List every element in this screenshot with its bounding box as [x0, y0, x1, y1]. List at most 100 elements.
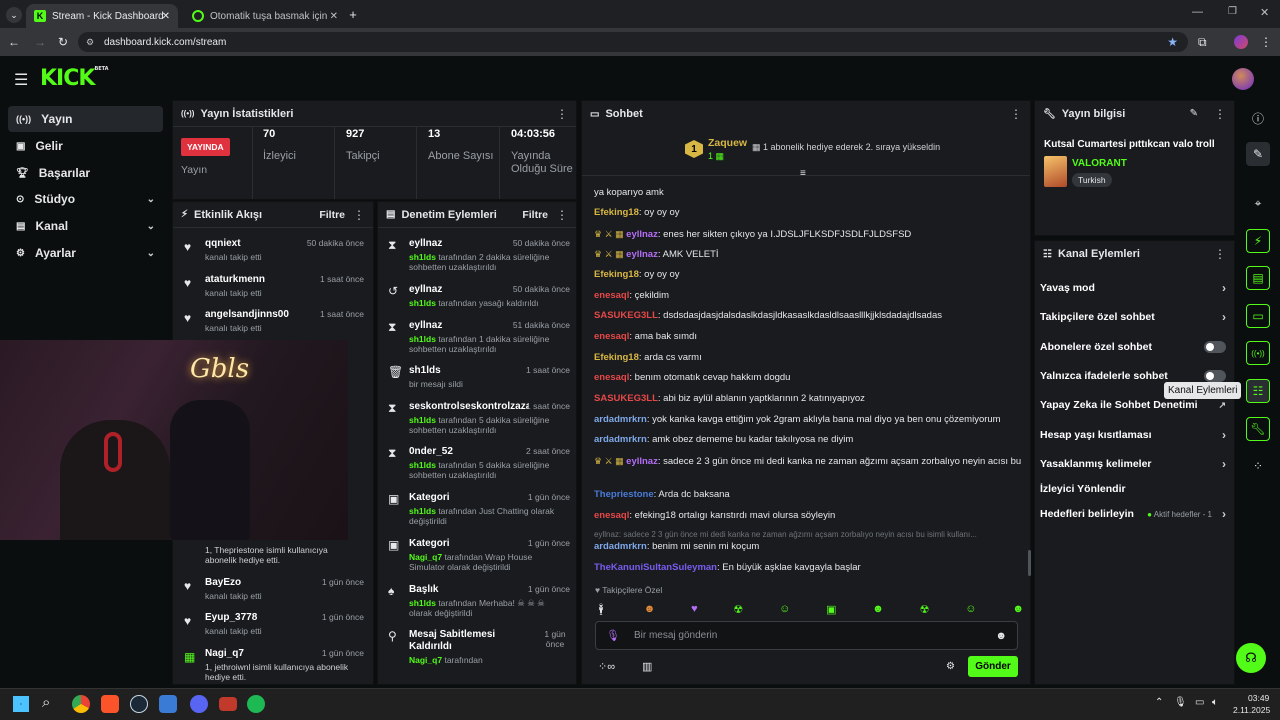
chat-username[interactable]: Efeking18	[594, 269, 639, 280]
chevron-down-icon[interactable]: ≡	[800, 168, 806, 179]
focus-icon[interactable]: ⌖	[1246, 191, 1270, 215]
chrome-icon[interactable]	[72, 695, 90, 713]
chat-username[interactable]: eyllnaz	[626, 249, 658, 260]
chat-scrollbar[interactable]	[1028, 550, 1031, 576]
wrench-icon[interactable]: 🔧︎	[1246, 417, 1270, 441]
chat-username[interactable]: ardadmrkrn	[594, 541, 647, 552]
tab-otomatik[interactable]: Otomatik tuşa basmak için prog... ✕	[184, 4, 344, 28]
nav-item-ayarlar[interactable]: ⚙ Ayarlar ⌄	[8, 240, 163, 266]
more-options-icon[interactable]: ⋮	[1214, 247, 1226, 261]
emoji-picker-icon[interactable]: ☻	[995, 630, 1007, 642]
chat-username[interactable]: SASUKEG3LL	[594, 310, 658, 321]
emote-icon[interactable]: ♥	[691, 600, 698, 618]
emote-icon[interactable]: ☻	[644, 600, 656, 618]
chat-username[interactable]: Efeking18	[594, 352, 639, 363]
chat-username[interactable]: eyllnaz	[626, 456, 658, 467]
more-options-icon[interactable]: ⋮	[556, 208, 568, 222]
clock-time[interactable]: 03:49	[1248, 693, 1269, 703]
kick-logo[interactable]: KICKBETA	[40, 66, 109, 91]
send-button[interactable]: Gönder	[968, 656, 1018, 677]
emote-icon[interactable]: ☢	[920, 600, 930, 618]
chat-username[interactable]: Efeking18	[594, 207, 639, 218]
discord-icon[interactable]	[190, 695, 208, 713]
chat-username[interactable]: ardadmrkrn	[594, 414, 647, 425]
tray-chevron-icon[interactable]: ⌃	[1155, 697, 1163, 708]
back-icon[interactable]: ←	[8, 35, 20, 49]
chat-username[interactable]: enesaql	[594, 510, 629, 521]
hamburger-menu-icon[interactable]: ☰	[14, 70, 28, 90]
more-options-icon[interactable]: ⋮	[1214, 107, 1226, 121]
maximize-icon[interactable]: ❐	[1228, 6, 1237, 17]
emote-icon[interactable]: ▣	[826, 600, 836, 618]
user-avatar[interactable]	[1232, 68, 1254, 90]
action-goals[interactable]: Hedefleri belirleyin ● Aktif hedefler - …	[1040, 503, 1230, 525]
microphone-tray-icon[interactable]: 🎙︎	[1174, 697, 1187, 708]
more-tools-icon[interactable]: ⁘	[1246, 454, 1270, 478]
emote-icon[interactable]: ☺	[779, 600, 790, 618]
emote-icon[interactable]: ☻	[1012, 600, 1024, 618]
search-icon[interactable]: ⌕	[42, 694, 50, 711]
extensions-icon[interactable]: ⧉	[1198, 35, 1207, 50]
notes-icon[interactable]: ▤	[1246, 266, 1270, 290]
more-options-icon[interactable]: ⋮	[1010, 107, 1022, 121]
chat-settings-icon[interactable]: ⚙	[946, 661, 955, 672]
microphone-icon[interactable]: 🎙︎	[606, 629, 620, 642]
network-icon[interactable]: ▭	[1195, 697, 1204, 708]
nav-item-kanal[interactable]: ▤ Kanal ⌄	[8, 213, 163, 239]
nav-item-basarilar[interactable]: 🏆︎ Başarılar	[8, 160, 163, 186]
steam-icon[interactable]	[130, 695, 148, 713]
action-slow-mode[interactable]: Yavaş mod ›	[1040, 277, 1230, 299]
emote-icon[interactable]: ☻	[872, 600, 884, 618]
close-tab-icon[interactable]: ✕	[330, 11, 338, 22]
browser-menu-icon[interactable]: ⋮	[1260, 35, 1272, 49]
bolt-icon[interactable]: ⚡︎	[1246, 229, 1270, 253]
emotes-only-toggle[interactable]	[1204, 370, 1226, 382]
action-raid[interactable]: İzleyici Yönlendir	[1040, 478, 1230, 500]
site-info-icon[interactable]: ⚙	[86, 37, 94, 48]
close-window-icon[interactable]: ✕	[1260, 6, 1269, 19]
more-options-icon[interactable]: ⋮	[556, 107, 568, 121]
new-tab-icon[interactable]: +	[346, 7, 360, 22]
media-app-icon[interactable]	[219, 697, 237, 711]
support-headset-icon[interactable]: ☊	[1236, 643, 1266, 673]
chat-tools-icon[interactable]: ⁘∞	[598, 660, 615, 673]
reload-icon[interactable]: ↻	[58, 35, 68, 49]
action-followers-only[interactable]: Takipçilere özel sohbet ›	[1040, 306, 1230, 328]
spotify-icon[interactable]	[247, 695, 265, 713]
chat-input[interactable]: 🎙︎ Bir mesaj gönderin ☻	[595, 621, 1018, 650]
chat-username[interactable]: Thepriestone	[594, 489, 654, 500]
emote-icon[interactable]: ☢	[733, 600, 743, 618]
clock-date[interactable]: 2.11.2025	[1233, 705, 1270, 715]
edit-icon[interactable]: ✎	[1190, 108, 1198, 119]
emote-icon[interactable]: ☺	[965, 600, 976, 618]
chat-username[interactable]: enesaql	[594, 372, 629, 383]
nav-item-yayin[interactable]: ((•)) Yayın	[8, 106, 163, 132]
address-bar[interactable]: ⚙ dashboard.kick.com/stream ★	[78, 32, 1188, 52]
more-options-icon[interactable]: ⋮	[353, 208, 365, 222]
profile-avatar[interactable]	[1234, 35, 1248, 49]
chat-username[interactable]: TheKanuniSultanSuleyman	[594, 562, 717, 573]
windows-start-icon[interactable]	[13, 696, 29, 712]
forward-icon[interactable]: →	[34, 35, 46, 49]
broadcast-icon[interactable]: ((•))	[1246, 341, 1270, 365]
info-icon[interactable]: ⓘ	[1246, 106, 1270, 130]
pencil-icon[interactable]: ✎	[1246, 142, 1270, 166]
brave-icon[interactable]	[101, 695, 119, 713]
chat-username[interactable]: enesaql	[594, 290, 629, 301]
filter-button[interactable]: Filtre	[522, 209, 548, 221]
emote-icon[interactable]: 🕴︎	[594, 600, 608, 618]
store-icon[interactable]: ▥	[642, 660, 652, 673]
action-banned-words[interactable]: Yasaklanmış kelimeler ›	[1040, 453, 1230, 475]
nav-item-gelir[interactable]: ▣ Gelir	[8, 133, 163, 159]
action-account-age[interactable]: Hesap yaşı kısıtlaması ›	[1040, 424, 1230, 446]
chat-username[interactable]: enesaql	[594, 331, 629, 342]
minimize-icon[interactable]: —	[1192, 6, 1203, 18]
nav-item-studyo[interactable]: ⊙ Stüdyo ⌄	[8, 186, 163, 212]
subs-only-toggle[interactable]	[1204, 341, 1226, 353]
chat-username[interactable]: ardadmrkrn	[594, 434, 647, 445]
chat-username[interactable]: eyllnaz	[626, 229, 658, 240]
close-tab-icon[interactable]: ✕	[162, 11, 170, 22]
chat-username[interactable]: SASUKEG3LL	[594, 393, 658, 404]
volume-icon[interactable]: 🔈︎	[1212, 697, 1218, 708]
tab-search-icon[interactable]: ⌄	[6, 7, 22, 23]
